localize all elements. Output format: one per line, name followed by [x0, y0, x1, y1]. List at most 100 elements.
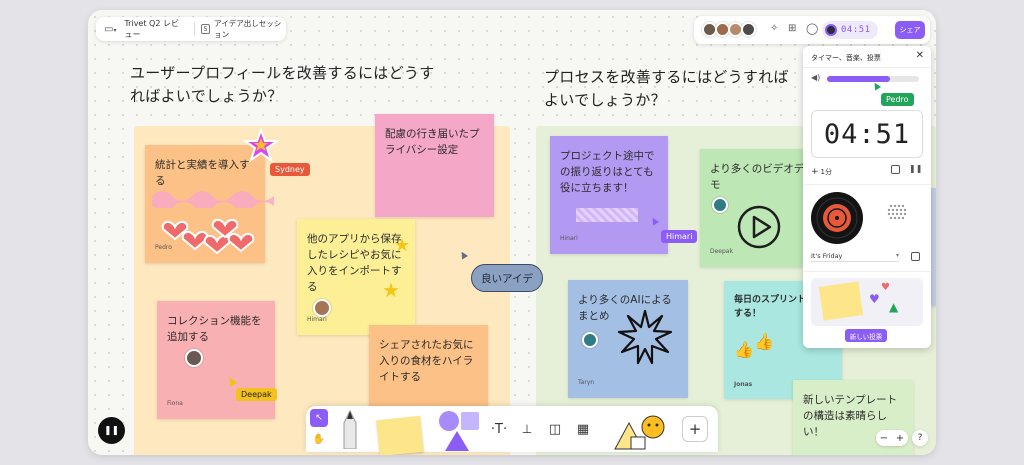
right-section-title: プロセスを改善するにはどうすればよいでしょうか？ — [544, 68, 789, 109]
play-icon — [737, 205, 781, 249]
pause-button[interactable]: ❚❚ — [98, 417, 125, 444]
stamp-icon[interactable]: ⊞ — [788, 23, 796, 34]
vote-illustration: ♥ ▲ ♥ — [811, 278, 923, 326]
sticky-note[interactable]: 配慮の行き届いたプライバシー設定 — [375, 114, 494, 217]
vinyl-record-icon — [811, 192, 863, 244]
wavy-highlight — [152, 191, 274, 208]
sticky-stack-icon — [376, 415, 424, 455]
pen-tool[interactable] — [336, 406, 364, 452]
pen-icon — [343, 409, 357, 449]
text-tool[interactable]: ·T· — [488, 418, 510, 440]
stamp-tool[interactable]: ⊥ — [516, 418, 538, 440]
cursor-tag-pedro: Pedro — [881, 93, 914, 106]
close-icon[interactable]: ✕ — [916, 50, 924, 61]
star-sticker: ★ — [382, 278, 400, 302]
note-author: Taryn — [578, 379, 595, 386]
share-button[interactable]: シェア — [895, 21, 925, 39]
sticky-illustration — [818, 281, 864, 321]
note-text: 配慮の行き届いたプライバシー設定 — [385, 128, 480, 156]
widgets-tool[interactable] — [610, 408, 674, 452]
note-author: Hinari — [560, 235, 578, 242]
washi-tape — [576, 208, 638, 222]
cursor-tag-deepak: Deepak — [236, 388, 277, 401]
whiteboard-window: ▭▾ Trivet Q2 レビュー 5 アイデア出しセッション ✧ ⊞ ◯ 04… — [88, 10, 936, 455]
author-avatar — [582, 332, 598, 348]
note-text: プロジェクト途中での振り返りはとても役に立ちます！ — [560, 150, 655, 194]
volume-icon: ◀) — [811, 73, 821, 82]
select-tool[interactable]: ↖ — [310, 409, 328, 427]
timer-digits: 04:51 — [823, 118, 911, 150]
note-author: Pedro — [155, 244, 172, 251]
divider — [803, 271, 931, 272]
chevron-down-icon: ▾ — [895, 252, 899, 259]
vote-stickers-icon: ♥ — [869, 292, 880, 306]
note-author: Fiona — [167, 400, 183, 407]
plus-icon: + — [811, 167, 819, 177]
sticky-note[interactable]: プロジェクト途中での振り返りはとても役に立ちます！ Hinari — [550, 136, 668, 254]
divider — [803, 184, 931, 185]
note-author: Himari — [307, 316, 327, 323]
help-button[interactable]: ? — [912, 430, 928, 446]
note-text: より多くのビデオデモ — [710, 163, 805, 191]
timer-music-vote-panel: タイマー、音楽、投票 ✕ ◀) ▲ Pedro 04:51 + 1分 ❚❚ It… — [803, 46, 931, 348]
song-select[interactable]: It's Friday ▾ — [811, 250, 899, 262]
vote-stickers-icon: ♥ — [881, 282, 890, 293]
session-title[interactable]: アイデア出しセッション — [214, 18, 286, 40]
author-avatar — [712, 197, 728, 213]
collaboration-bar: ✧ ⊞ ◯ 04:51 シェア — [694, 16, 930, 44]
song-name: It's Friday — [811, 251, 843, 260]
note-author: Jonas — [734, 381, 753, 388]
speaker-icon — [887, 204, 907, 220]
vote-stickers-icon: ▲ — [889, 300, 899, 314]
timer-avatar-icon — [825, 24, 837, 36]
divider — [803, 67, 931, 68]
session-icon: 5 — [201, 24, 211, 34]
collaborator-avatar[interactable] — [741, 22, 756, 37]
add-minute-button[interactable]: + 1分 — [811, 165, 832, 179]
sticky-note[interactable]: より多くのAIによるまとめ Taryn — [568, 280, 688, 398]
thumbs-up-icon: 👍 — [734, 340, 754, 359]
section-tool[interactable]: ◫ — [544, 418, 566, 440]
note-text: コレクション機能を追加する — [167, 315, 262, 343]
burst-icon — [617, 309, 673, 365]
divider — [194, 22, 196, 36]
table-tool[interactable]: ▦ — [572, 418, 594, 440]
timer-display: 04:51 — [811, 110, 923, 158]
shape-tool[interactable] — [434, 408, 482, 452]
board-header: ▭▾ Trivet Q2 レビュー 5 アイデア出しセッション — [96, 17, 286, 41]
music-stop-icon[interactable] — [911, 252, 920, 261]
volume-slider-fill — [827, 76, 890, 82]
board-title[interactable]: Trivet Q2 レビュー — [124, 18, 186, 40]
cursor-tag-himari: Himari — [661, 230, 698, 243]
sticky-note[interactable]: コレクション機能を追加する Fiona — [157, 301, 275, 419]
note-author: Deepak — [710, 248, 733, 255]
author-avatar — [185, 349, 203, 367]
zoom-out-button[interactable]: − — [880, 433, 888, 444]
left-section-title: ユーザープロフィールを改善するにはどうすればよいでしょうか？ — [130, 64, 435, 105]
stop-icon[interactable] — [891, 165, 900, 174]
timer-chip[interactable]: 04:51 — [822, 21, 878, 39]
thumbs-up-icon: 👍 — [754, 332, 774, 351]
sticky-note-tool[interactable] — [372, 412, 428, 455]
star-sticker — [243, 128, 279, 163]
ai-sparkle-icon[interactable]: ✧ — [770, 23, 778, 34]
star-sticker: ★ — [394, 235, 411, 256]
zoom-in-button[interactable]: + — [896, 433, 904, 444]
note-text: シェアされたお気に入りの食材をハイライトする — [379, 339, 474, 383]
cursor-tag-sydney: Sydney — [270, 163, 310, 176]
sticky-note[interactable]: シェアされたお気に入りの食材をハイライトする — [369, 325, 488, 417]
hand-tool[interactable]: ✋ — [310, 430, 328, 448]
shapes-icon — [439, 411, 479, 451]
add-minute-label: 1分 — [820, 168, 833, 176]
widgets-icon — [614, 415, 665, 450]
panel-title: タイマー、音楽、投票 — [811, 54, 881, 62]
bottom-toolbar: ↖ ✋ ·T· ⊥ ◫ ▦ + — [306, 406, 718, 455]
timer-readout: 04:51 — [841, 25, 871, 35]
app-menu-icon[interactable]: ▭▾ — [104, 24, 116, 35]
comment-icon[interactable]: ◯ — [806, 22, 818, 35]
add-button[interactable]: + — [682, 416, 708, 442]
new-vote-button[interactable]: 新しい投票 — [845, 329, 887, 342]
pause-icon[interactable]: ❚❚ — [909, 164, 922, 173]
comment-bubble[interactable]: 良いアイデ — [471, 264, 543, 292]
sticky-note[interactable]: より多くのビデオデモ Deepak — [700, 149, 818, 267]
